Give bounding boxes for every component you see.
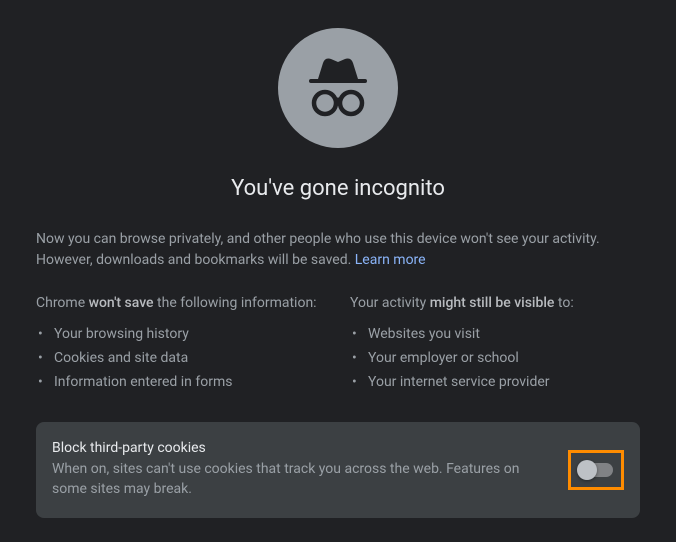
page-title: You've gone incognito bbox=[231, 176, 445, 201]
toggle-highlight bbox=[568, 450, 624, 490]
list-item: Your browsing history bbox=[54, 323, 326, 347]
wont-save-column: Chrome won't save the following informat… bbox=[36, 295, 326, 394]
list-item: Your employer or school bbox=[368, 347, 640, 371]
visible-to-title: Your activity might still be visible to: bbox=[350, 295, 640, 311]
block-cookies-card: Block third-party cookies When on, sites… bbox=[36, 422, 640, 517]
incognito-icon bbox=[278, 28, 398, 148]
learn-more-link[interactable]: Learn more bbox=[355, 252, 426, 268]
list-item: Cookies and site data bbox=[54, 347, 326, 371]
toggle-knob bbox=[577, 460, 597, 480]
incognito-page: You've gone incognito Now you can browse… bbox=[0, 0, 676, 542]
wont-save-title: Chrome won't save the following informat… bbox=[36, 295, 326, 311]
list-item: Your internet service provider bbox=[368, 371, 640, 395]
list-item: Websites you visit bbox=[368, 323, 640, 347]
intro-text: Now you can browse privately, and other … bbox=[36, 229, 640, 271]
visible-to-column: Your activity might still be visible to:… bbox=[350, 295, 640, 394]
info-columns: Chrome won't save the following informat… bbox=[36, 295, 640, 394]
card-title: Block third-party cookies bbox=[52, 440, 552, 456]
block-cookies-toggle[interactable] bbox=[579, 463, 613, 477]
intro-body: Now you can browse privately, and other … bbox=[36, 231, 600, 268]
list-item: Information entered in forms bbox=[54, 371, 326, 395]
card-description: When on, sites can't use cookies that tr… bbox=[52, 460, 552, 499]
